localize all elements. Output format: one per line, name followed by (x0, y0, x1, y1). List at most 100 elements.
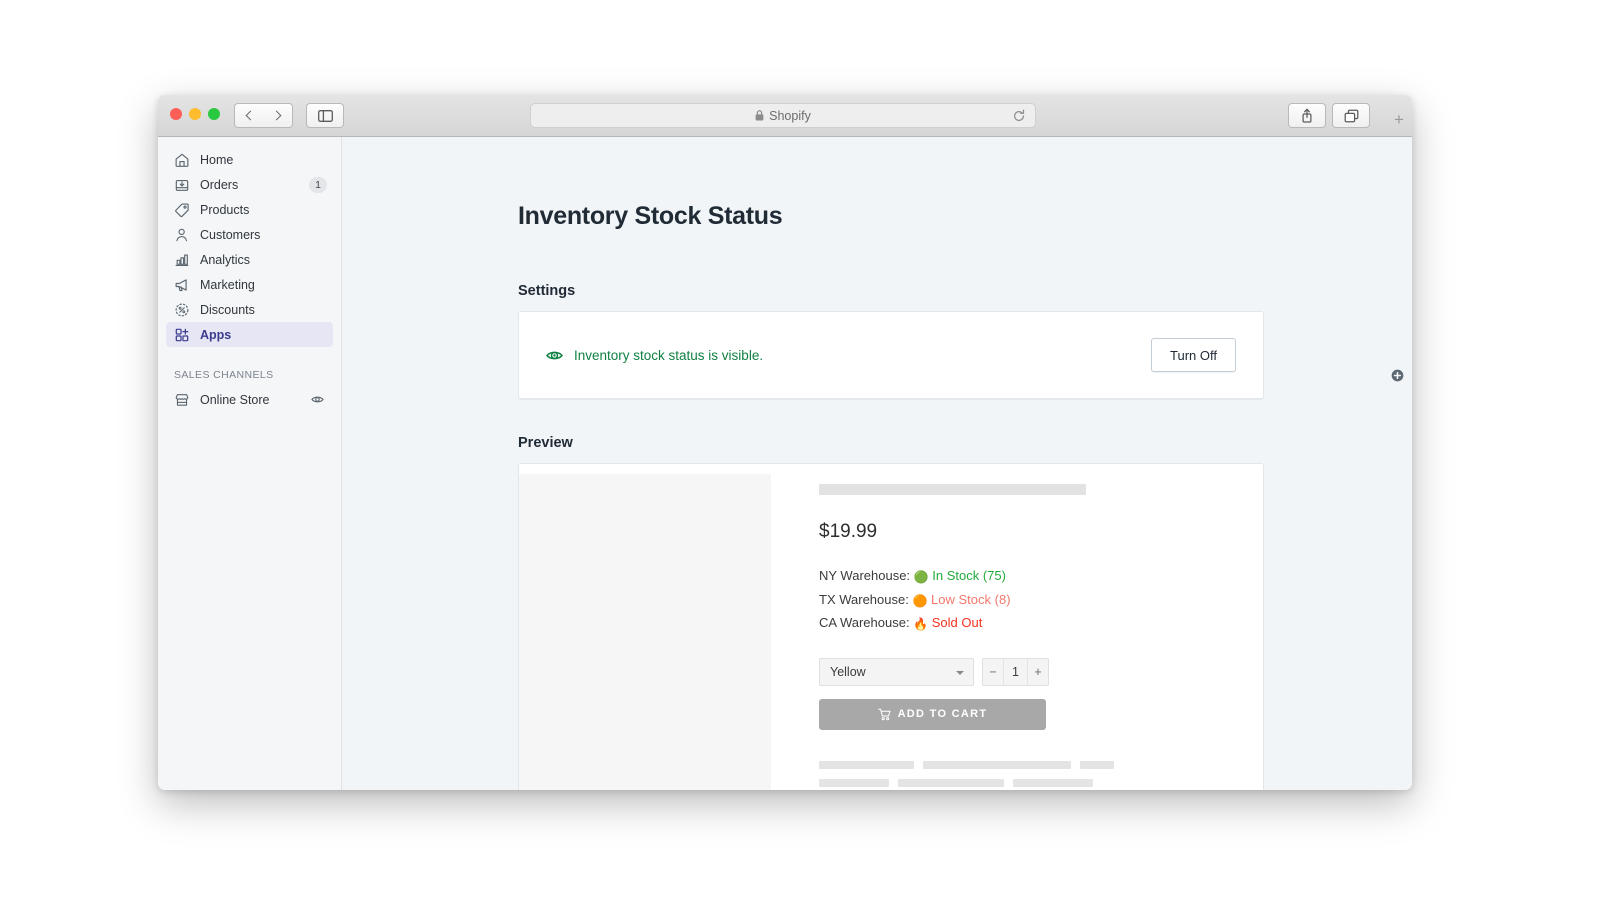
chevron-left-icon (245, 110, 256, 121)
placeholder-bar (1080, 760, 1114, 769)
variant-select-value: Yellow (830, 664, 866, 679)
address-bar-text: Shopify (769, 108, 811, 123)
purchase-row: Yellow − 1 + (819, 657, 1263, 686)
status-text: Inventory stock status is visible. (574, 347, 764, 363)
sidebar-item-label: Discounts (200, 302, 255, 317)
sidebar-nav: Home Orders 1 Products Customers Analyti… (158, 137, 1404, 790)
placeholder-bar (819, 778, 889, 787)
sidebar-item-label: Customers (200, 227, 261, 242)
apps-grid-icon (175, 328, 189, 341)
stock-state: Sold Out (931, 615, 983, 630)
status-row: Inventory stock status is visible. (546, 347, 1151, 364)
customers-icon (176, 228, 188, 241)
products-tag-icon (175, 202, 189, 217)
address-bar[interactable]: Shopify (530, 103, 1036, 128)
browser-titlebar: Shopify + (158, 95, 1412, 137)
orders-icon (175, 179, 189, 191)
placeholder-row (819, 778, 1263, 787)
stock-state: Low Stock (8) (931, 591, 1011, 607)
share-icon (1302, 108, 1312, 123)
analytics-bars-icon (175, 254, 189, 266)
sidebar-item-label: Orders (200, 177, 239, 192)
sidebar-item-customers[interactable]: Customers (166, 222, 333, 247)
marketing-megaphone-icon (175, 278, 187, 291)
lock-icon (755, 110, 764, 121)
storefront-icon (175, 393, 189, 406)
browser-forward-button[interactable] (263, 103, 293, 128)
browser-back-button[interactable] (234, 103, 264, 128)
eye-icon[interactable] (311, 393, 324, 406)
quantity-stepper[interactable]: − 1 + (982, 657, 1049, 686)
browser-sidebar-toggle-button[interactable] (306, 103, 344, 128)
sidebar-item-online-store[interactable]: Online Store (166, 387, 333, 412)
settings-heading: Settings (518, 283, 576, 299)
stock-status-list: NY Warehouse: 🟢 In Stock (75) TX Warehou… (819, 565, 1263, 636)
placeholder-bar (923, 760, 1071, 769)
sales-channels-header: SALES CHANNELS (166, 365, 1404, 385)
sidebar-item-marketing[interactable]: Marketing (166, 272, 333, 297)
chevron-down-icon (956, 670, 964, 675)
stock-row: TX Warehouse: 🟠 Low Stock (8) (819, 589, 1263, 613)
page-title: Inventory Stock Status (518, 202, 783, 230)
sales-channels-label: SALES CHANNELS (174, 369, 274, 381)
sidebar-toggle-icon (317, 109, 333, 122)
new-tab-button[interactable]: + (1390, 111, 1408, 130)
quantity-value[interactable]: 1 (1003, 658, 1028, 685)
add-to-cart-label: ADD TO CART (897, 708, 988, 720)
warehouse-label: NY Warehouse: (819, 568, 911, 583)
placeholder-bar (1013, 778, 1093, 787)
discounts-icon (175, 303, 189, 316)
placeholder-row (819, 760, 1263, 769)
sidebar-item-home[interactable]: Home (166, 147, 333, 172)
add-to-cart-button[interactable]: ADD TO CART (819, 698, 1046, 730)
stock-indicator-icon: 🟢 (913, 570, 929, 584)
warehouse-label: TX Warehouse: (819, 591, 909, 607)
variant-select[interactable]: Yellow (819, 657, 974, 686)
reload-icon[interactable] (1012, 109, 1026, 123)
orders-count-badge: 1 (309, 176, 327, 193)
sidebar-item-orders[interactable]: Orders 1 (166, 172, 333, 197)
page-viewport: Home Orders 1 Products Customers Analyti… (158, 137, 1412, 790)
preview-heading: Preview (518, 435, 573, 451)
shopping-cart-icon (877, 708, 891, 720)
placeholder-bar (819, 760, 914, 769)
browser-share-button[interactable] (1288, 103, 1326, 128)
settings-card: Inventory stock status is visible. Turn … (518, 311, 1264, 399)
window-minimize-button[interactable] (189, 108, 201, 120)
sidebar-item-label: Apps (200, 327, 232, 342)
main-content: Inventory Stock Status Settings Inventor… (342, 137, 1412, 790)
sidebar-item-label: Home (200, 152, 234, 167)
product-info: $19.99 NY Warehouse: 🟢 In Stock (75) TX … (771, 464, 1263, 790)
sidebar-item-label: Products (200, 202, 250, 217)
warehouse-label: CA Warehouse: (819, 615, 910, 630)
browser-window: Shopify + Home Orders 1 Products Custome… (158, 95, 1412, 790)
turn-off-button[interactable]: Turn Off (1151, 338, 1236, 372)
chevron-right-icon (271, 110, 281, 121)
sidebar-item-label: Analytics (200, 252, 251, 267)
preview-card: $19.99 NY Warehouse: 🟢 In Stock (75) TX … (518, 463, 1264, 790)
stock-indicator-icon: 🔥 (913, 617, 929, 631)
tab-overview-icon (1344, 109, 1358, 122)
sidebar-item-discounts[interactable]: Discounts (166, 297, 333, 322)
stock-row: NY Warehouse: 🟢 In Stock (75) (819, 565, 1263, 589)
window-close-button[interactable] (170, 108, 182, 120)
eye-visible-icon (546, 351, 563, 359)
window-maximize-button[interactable] (208, 108, 220, 120)
sidebar-item-apps[interactable]: Apps (166, 322, 333, 347)
sidebar-item-analytics[interactable]: Analytics (166, 247, 333, 272)
browser-tab-overview-button[interactable] (1332, 103, 1370, 128)
stock-state: In Stock (75) (932, 568, 1006, 583)
sidebar-item-products[interactable]: Products (166, 197, 333, 222)
description-placeholder (819, 760, 1263, 787)
stock-indicator-icon: 🟠 (912, 593, 928, 608)
stock-row: CA Warehouse: 🔥 Sold Out (819, 612, 1263, 636)
product-price: $19.99 (819, 521, 878, 542)
quantity-decrease-button[interactable]: − (983, 659, 1003, 685)
home-icon (175, 153, 189, 167)
product-image-placeholder (519, 474, 771, 790)
quantity-increase-button[interactable]: + (1028, 659, 1048, 685)
product-title-placeholder (819, 484, 1086, 495)
sidebar-item-label: Online Store (200, 392, 270, 407)
placeholder-bar (898, 778, 1004, 787)
sidebar-item-label: Marketing (200, 277, 255, 292)
